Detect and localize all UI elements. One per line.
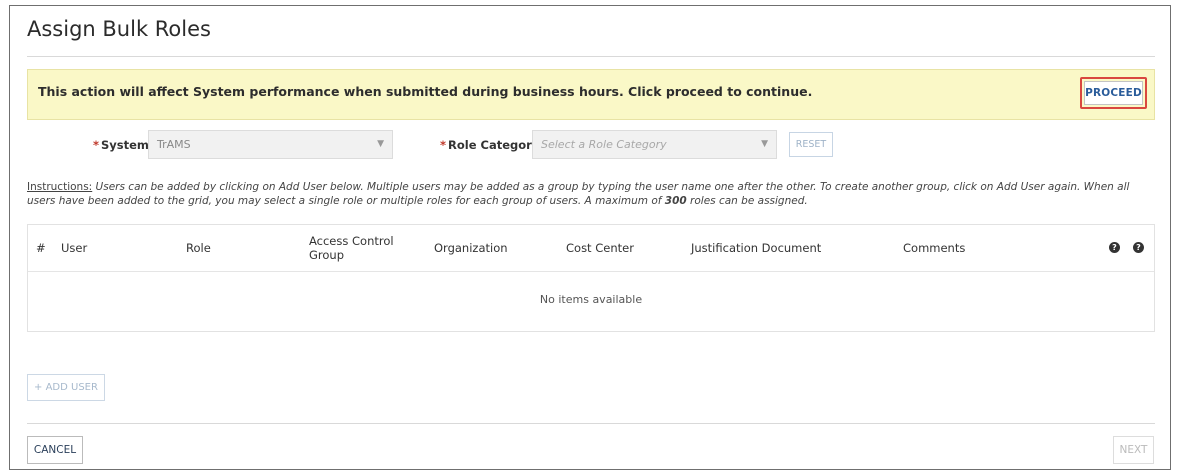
grid-header: # User Role Access Control Group Organiz… [28,225,1154,272]
warning-banner: This action will affect System performan… [27,69,1155,120]
column-header-comments: Comments [903,241,966,255]
column-header-justification-document: Justification Document [691,241,822,255]
role-category-label: * Role Category [440,138,540,152]
reset-button[interactable]: RESET [789,132,833,157]
max-roles-value: 300 [664,195,687,207]
add-user-button[interactable]: + ADD USER [27,374,105,401]
help-icon[interactable]: ? [1133,242,1144,253]
column-header-role: Role [186,241,211,255]
column-header-number: # [36,241,46,255]
instructions-lead: Instructions: [27,181,93,193]
proceed-button[interactable]: PROCEED [1084,81,1143,105]
banner-message: This action will affect System performan… [38,84,813,99]
proceed-highlight: PROCEED [1080,77,1147,109]
chevron-down-icon: ▼ [377,139,384,149]
column-header-access-control-group: Access Control Group [309,234,394,262]
cancel-button[interactable]: CANCEL [27,436,83,464]
page-title: Assign Bulk Roles [27,17,211,41]
column-header-user: User [61,241,88,255]
column-header-organization: Organization [434,241,508,255]
next-button[interactable]: NEXT [1113,436,1154,464]
title-divider [27,56,1155,57]
footer-divider [27,423,1155,424]
role-category-placeholder: Select a Role Category [541,138,667,151]
system-select-value: TrAMS [157,138,191,151]
users-grid: # User Role Access Control Group Organiz… [27,224,1155,332]
system-select[interactable]: TrAMS ▼ [148,130,393,159]
instructions-text: Instructions: Users can be added by clic… [27,181,1130,207]
grid-empty-message: No items available [539,293,643,306]
required-marker: * [440,138,447,152]
system-label: * System [93,138,149,152]
role-category-select[interactable]: Select a Role Category ▼ [532,130,777,159]
column-header-cost-center: Cost Center [566,241,634,255]
help-icon[interactable]: ? [1109,242,1120,253]
chevron-down-icon: ▼ [761,139,768,149]
required-marker: * [93,138,100,152]
